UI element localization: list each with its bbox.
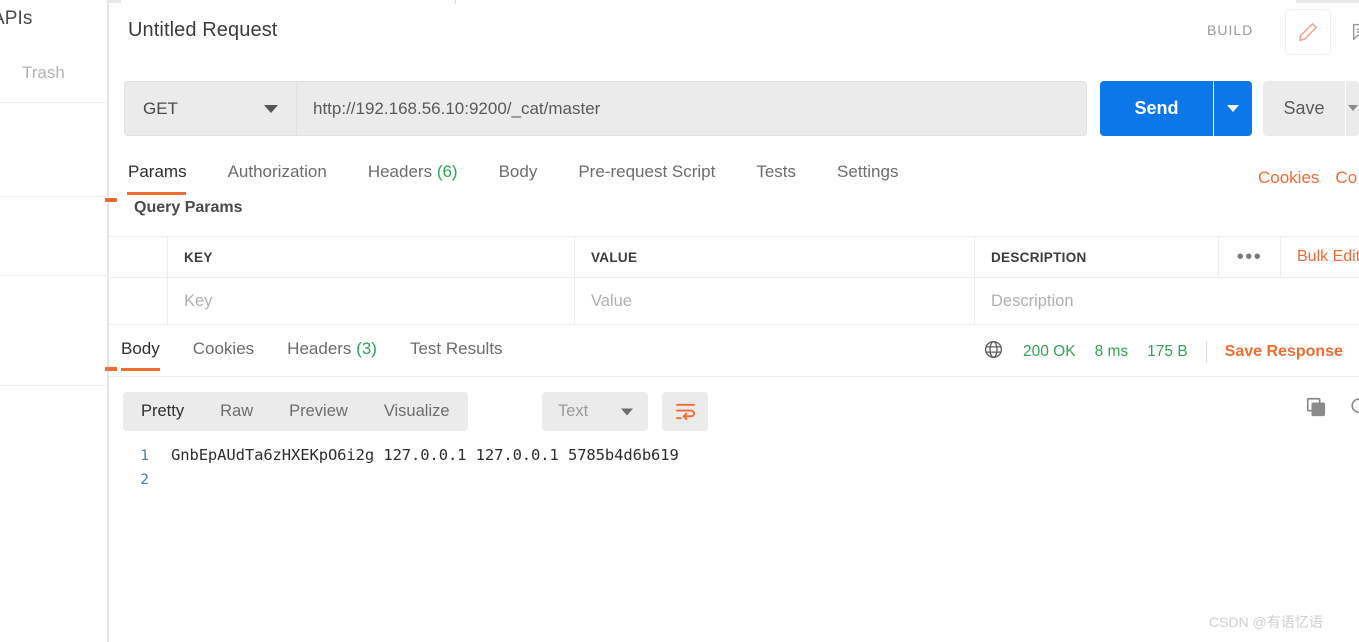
table-header-row: KEY VALUE DESCRIPTION ••• Bulk Edit (109, 236, 1359, 278)
comment-icon[interactable] (1338, 9, 1359, 55)
line-number: 2 (140, 472, 149, 488)
format-preview[interactable]: Preview (271, 402, 366, 421)
row-checkbox-cell[interactable] (109, 278, 167, 324)
ellipsis-icon[interactable]: ••• (1218, 237, 1280, 277)
send-options-button[interactable] (1214, 81, 1252, 136)
tab-count: (3) (356, 339, 377, 358)
sidebar-divider (0, 385, 108, 386)
save-options-button[interactable] (1346, 81, 1359, 136)
chevron-down-icon (264, 104, 278, 113)
build-mode-label: BUILD (1207, 22, 1254, 38)
http-method-label: GET (143, 98, 178, 118)
search-icon[interactable] (1349, 396, 1359, 423)
tab-label: Cookies (192, 339, 255, 358)
param-key-input[interactable]: Key (167, 278, 574, 324)
request-tab-strip (109, 0, 1359, 4)
tab-label: Params (128, 162, 187, 181)
watermark: CSDN @有语忆语 (1209, 614, 1323, 630)
page-title: Untitled Request (128, 19, 278, 41)
http-method-select[interactable]: GET (124, 81, 296, 136)
sidebar-divider (0, 196, 108, 197)
tab-label: Headers (367, 162, 433, 181)
response-tab-cookies[interactable]: Cookies (193, 339, 254, 359)
tab-tests[interactable]: Tests (756, 162, 796, 182)
format-visualize[interactable]: Visualize (366, 402, 468, 421)
tab-strip-separator (455, 0, 456, 4)
response-tabs: Body Cookies Headers (3) Test Results (121, 339, 536, 371)
response-tab-body[interactable]: Body (121, 339, 160, 371)
sidebar: APIs Trash (0, 0, 108, 642)
response-body-actions (1305, 396, 1359, 423)
status-code: 200 OK (1023, 343, 1076, 360)
copy-icon[interactable] (1305, 396, 1327, 423)
code-line: 1 GnbEpAUdTa6zHXEKpO6i2g 127.0.0.1 127.0… (109, 446, 1359, 472)
tab-strip-right-edge (1296, 0, 1359, 3)
tab-label: Pre-request Script (578, 162, 716, 181)
word-wrap-icon[interactable] (662, 392, 708, 431)
request-tab-links: Cookies Co (1258, 168, 1357, 188)
code-link[interactable]: Co (1335, 168, 1357, 187)
tab-pre-request-script[interactable]: Pre-request Script (578, 162, 715, 182)
tab-label: Body (498, 162, 538, 181)
tab-label: Authorization (227, 162, 327, 181)
tab-label: Body (121, 339, 160, 358)
pencil-icon[interactable] (1285, 9, 1331, 55)
format-raw[interactable]: Raw (202, 402, 271, 421)
sidebar-divider (0, 102, 108, 103)
chevron-down-icon (1348, 105, 1358, 111)
header-value: VALUE (574, 237, 974, 277)
table-row: Key Value Description (109, 278, 1359, 325)
tab-headers[interactable]: Headers (6) (368, 162, 458, 182)
header-checkbox-cell (109, 237, 167, 277)
sidebar-accent-marker (105, 198, 117, 202)
response-status-bar: 200 OK 8 ms 175 B Save Response (983, 339, 1343, 365)
header-description: DESCRIPTION (974, 237, 1218, 277)
save-response-button[interactable]: Save Response (1225, 343, 1343, 361)
response-tab-test-results[interactable]: Test Results (410, 339, 503, 359)
sidebar-item-trash[interactable]: Trash (22, 63, 65, 83)
format-pretty[interactable]: Pretty (123, 402, 202, 421)
line-number: 1 (140, 448, 149, 464)
response-size: 175 B (1147, 343, 1188, 360)
tab-label: Headers (287, 339, 352, 358)
tab-label: Settings (837, 162, 899, 181)
request-tabs: Params Authorization Headers (6) Body Pr… (127, 162, 939, 200)
tab-label: Tests (756, 162, 797, 181)
response-tabs-divider (109, 376, 1359, 377)
send-button[interactable]: Send (1100, 81, 1213, 136)
globe-icon (983, 339, 1004, 365)
save-button[interactable]: Save (1263, 81, 1345, 136)
cookies-link[interactable]: Cookies (1258, 168, 1319, 187)
tab-settings[interactable]: Settings (837, 162, 898, 182)
response-format-toggle: Pretty Raw Preview Visualize (123, 392, 468, 431)
postman-window: APIs Trash Untitled Request BUILD GET ht… (0, 0, 1359, 642)
query-params-title: Query Params (134, 199, 243, 216)
tab-params[interactable]: Params (127, 162, 187, 195)
code-line: 2 (109, 472, 1359, 498)
query-params-table: KEY VALUE DESCRIPTION ••• Bulk Edit Key … (109, 236, 1359, 325)
response-body[interactable]: 1 GnbEpAUdTa6zHXEKpO6i2g 127.0.0.1 127.0… (109, 446, 1359, 498)
sidebar-accent-marker (105, 367, 117, 371)
header-key: KEY (167, 237, 574, 277)
tab-label: Test Results (409, 339, 503, 358)
line-text: GnbEpAUdTa6zHXEKpO6i2g 127.0.0.1 127.0.0… (171, 446, 679, 464)
param-value-input[interactable]: Value (574, 278, 974, 324)
tab-strip-left-edge (109, 0, 121, 3)
url-input[interactable]: http://192.168.56.10:9200/_cat/master (296, 81, 1087, 136)
status-divider (1205, 341, 1207, 363)
tab-body[interactable]: Body (499, 162, 538, 182)
content-type-select[interactable]: Text (542, 392, 648, 431)
tab-authorization[interactable]: Authorization (228, 162, 327, 182)
response-time: 8 ms (1094, 343, 1129, 360)
sidebar-item-apis[interactable]: APIs (0, 8, 33, 30)
chevron-down-icon (621, 408, 633, 415)
param-description-input[interactable]: Description (974, 278, 1218, 324)
chevron-down-icon (1227, 105, 1239, 112)
sidebar-divider (0, 275, 108, 276)
tab-count: (6) (436, 162, 458, 181)
bulk-edit-button[interactable]: Bulk Edit (1280, 237, 1359, 277)
url-value: http://192.168.56.10:9200/_cat/master (313, 98, 601, 118)
content-type-label: Text (558, 402, 589, 420)
response-tab-headers[interactable]: Headers (3) (287, 339, 377, 359)
